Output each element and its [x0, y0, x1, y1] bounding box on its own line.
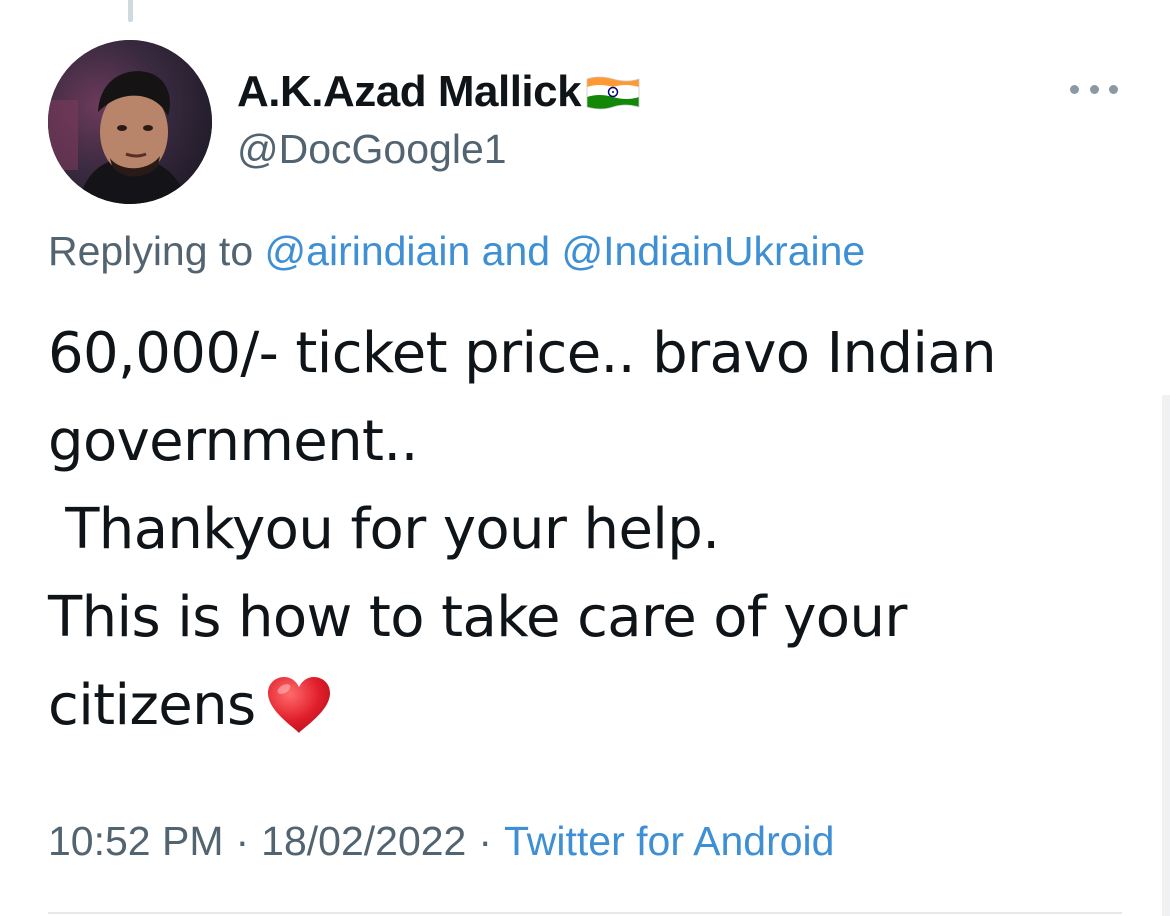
- author-display-name[interactable]: A.K.Azad Mallick: [237, 67, 582, 117]
- thread-connector-line: [128, 0, 133, 22]
- replying-to-conjunction: and: [481, 228, 551, 274]
- tweet-text-line: This is how to take care of your: [48, 585, 907, 650]
- more-horizontal-icon: [1070, 84, 1079, 94]
- more-horizontal-icon: [1089, 84, 1099, 94]
- replying-to-line: Replying to @airindiain and @IndiainUkra…: [48, 228, 865, 275]
- tweet-text-line: citizens: [48, 673, 256, 738]
- tweet-text-line-last: citizens: [48, 662, 1128, 750]
- india-flag-icon: [585, 73, 641, 113]
- scrollbar-track[interactable]: [1162, 395, 1170, 916]
- author-handle[interactable]: @DocGoogle1: [237, 126, 507, 173]
- avatar-image: [48, 40, 212, 204]
- tweet-text-line: government..: [48, 409, 418, 474]
- divider: [48, 912, 1122, 914]
- reply-mention-airindiain[interactable]: @airindiain: [265, 228, 471, 274]
- tweet-date[interactable]: 18/02/2022: [261, 818, 466, 864]
- reply-mention-indiainukraine[interactable]: @IndiainUkraine: [562, 228, 866, 274]
- meta-separator: ·: [478, 818, 493, 864]
- tweet-text-line: Thankyou for your help.: [48, 497, 720, 562]
- tweet-text-line: 60,000/- ticket price.. bravo Indian: [48, 321, 997, 386]
- meta-separator: ·: [235, 818, 250, 864]
- replying-to-prefix: Replying to: [48, 228, 254, 274]
- more-horizontal-icon: [1109, 84, 1118, 94]
- more-options-button[interactable]: [1070, 74, 1118, 104]
- tweet-time[interactable]: 10:52 PM: [48, 818, 224, 864]
- avatar[interactable]: [48, 40, 212, 204]
- tweet-metadata: 10:52 PM · 18/02/2022 · Twitter for Android: [48, 818, 834, 865]
- tweet-body: 60,000/- ticket price.. bravo Indian gov…: [48, 310, 1128, 750]
- red-heart-icon: [266, 673, 332, 733]
- author-name-row[interactable]: A.K.Azad Mallick: [237, 66, 641, 118]
- tweet-source-link[interactable]: Twitter for Android: [504, 818, 834, 864]
